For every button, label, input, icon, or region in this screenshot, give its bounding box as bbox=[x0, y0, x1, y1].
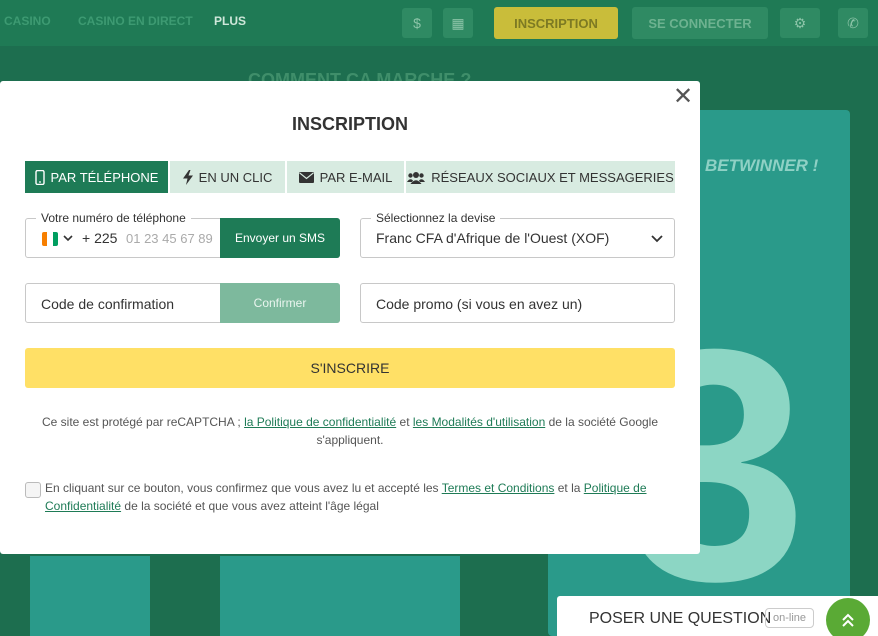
terms-prefix: En cliquant sur ce bouton, vous confirme… bbox=[45, 481, 439, 495]
register-button[interactable]: S'INSCRIRE bbox=[25, 348, 675, 388]
terms-checkbox[interactable] bbox=[25, 482, 41, 498]
recaptcha-notice: Ce site est protégé par reCAPTCHA ; la P… bbox=[25, 413, 675, 449]
nav-casino[interactable]: CASINO bbox=[4, 14, 51, 28]
tab-one-click[interactable]: EN UN CLIC bbox=[170, 161, 287, 193]
phone-call-icon[interactable]: ✆ bbox=[838, 8, 868, 38]
shop-icon[interactable]: ▦ bbox=[443, 8, 473, 38]
tab-label: PAR TÉLÉPHONE bbox=[50, 169, 159, 185]
header-register-button[interactable]: INSCRIPTION bbox=[494, 7, 618, 39]
lightning-icon bbox=[182, 169, 193, 185]
currency-select[interactable]: Sélectionnez la devise Franc CFA d'Afriq… bbox=[360, 211, 675, 258]
users-icon bbox=[407, 171, 426, 184]
nav-more[interactable]: PLUS bbox=[214, 14, 246, 28]
terms-suffix: de la société et que vous avez atteint l… bbox=[124, 499, 379, 513]
chat-label: POSER UNE QUESTION bbox=[589, 610, 772, 627]
modal-title: INSCRIPTION bbox=[291, 114, 408, 134]
step-card bbox=[30, 556, 150, 636]
confirmation-code-input[interactable] bbox=[41, 294, 211, 314]
step-card bbox=[220, 556, 460, 636]
tab-by-email[interactable]: PAR E-MAIL bbox=[287, 161, 406, 193]
phone-legend: Votre numéro de téléphone bbox=[36, 211, 191, 225]
gear-icon[interactable]: ⚙ bbox=[780, 8, 820, 38]
header-login-button[interactable]: SE CONNECTER bbox=[632, 7, 768, 39]
confirm-button[interactable]: Confirmer bbox=[220, 283, 340, 323]
currency-legend: Sélectionnez la devise bbox=[371, 211, 501, 225]
google-privacy-link[interactable]: la Politique de confidentialité bbox=[244, 415, 396, 429]
phone-prefix: + 225 bbox=[82, 230, 118, 246]
tab-label: RÉSEAUX SOCIAUX ET MESSAGERIES bbox=[431, 169, 674, 185]
recaptcha-prefix: Ce site est protégé par reCAPTCHA ; bbox=[41, 415, 241, 429]
promo-code-input[interactable] bbox=[376, 294, 656, 314]
terms-text: En cliquant sur ce bouton, vous confirme… bbox=[45, 479, 665, 515]
site-header: CASINO CASINO EN DIRECT PLUS $ ▦ INSCRIP… bbox=[0, 0, 878, 46]
terms-and: et la bbox=[557, 481, 581, 495]
recaptcha-and: et bbox=[399, 415, 410, 429]
phone-input[interactable] bbox=[126, 228, 214, 248]
currency-value: Franc CFA d'Afrique de l'Ouest (XOF) bbox=[376, 230, 610, 246]
double-chevron-up-icon bbox=[842, 613, 854, 627]
chevron-down-icon[interactable] bbox=[62, 231, 74, 245]
close-icon[interactable]: ✕ bbox=[672, 85, 694, 109]
chat-expand-button[interactable] bbox=[826, 598, 870, 636]
phone-icon bbox=[34, 169, 45, 185]
registration-tabs: PAR TÉLÉPHONE EN UN CLIC PAR E-MAIL RÉSE… bbox=[25, 161, 675, 193]
country-flag-icon[interactable] bbox=[42, 232, 58, 246]
promo-panel-title: BETWINNER ! bbox=[705, 156, 819, 175]
tab-label: EN UN CLIC bbox=[198, 169, 273, 185]
send-sms-button[interactable]: Envoyer un SMS bbox=[220, 218, 340, 258]
google-terms-link[interactable]: les Modalités d'utilisation bbox=[413, 415, 545, 429]
tab-by-phone[interactable]: PAR TÉLÉPHONE bbox=[25, 161, 170, 193]
envelope-icon bbox=[298, 171, 314, 183]
tab-label: PAR E-MAIL bbox=[319, 169, 393, 185]
dollar-icon[interactable]: $ bbox=[402, 8, 432, 38]
tab-social-networks[interactable]: RÉSEAUX SOCIAUX ET MESSAGERIES bbox=[406, 161, 675, 193]
chat-status-badge: on-line bbox=[765, 608, 815, 628]
promo-code-field bbox=[360, 283, 675, 323]
chevron-down-icon bbox=[651, 235, 663, 243]
nav-live-casino[interactable]: CASINO EN DIRECT bbox=[78, 14, 193, 28]
terms-conditions-link[interactable]: Termes et Conditions bbox=[442, 481, 555, 495]
